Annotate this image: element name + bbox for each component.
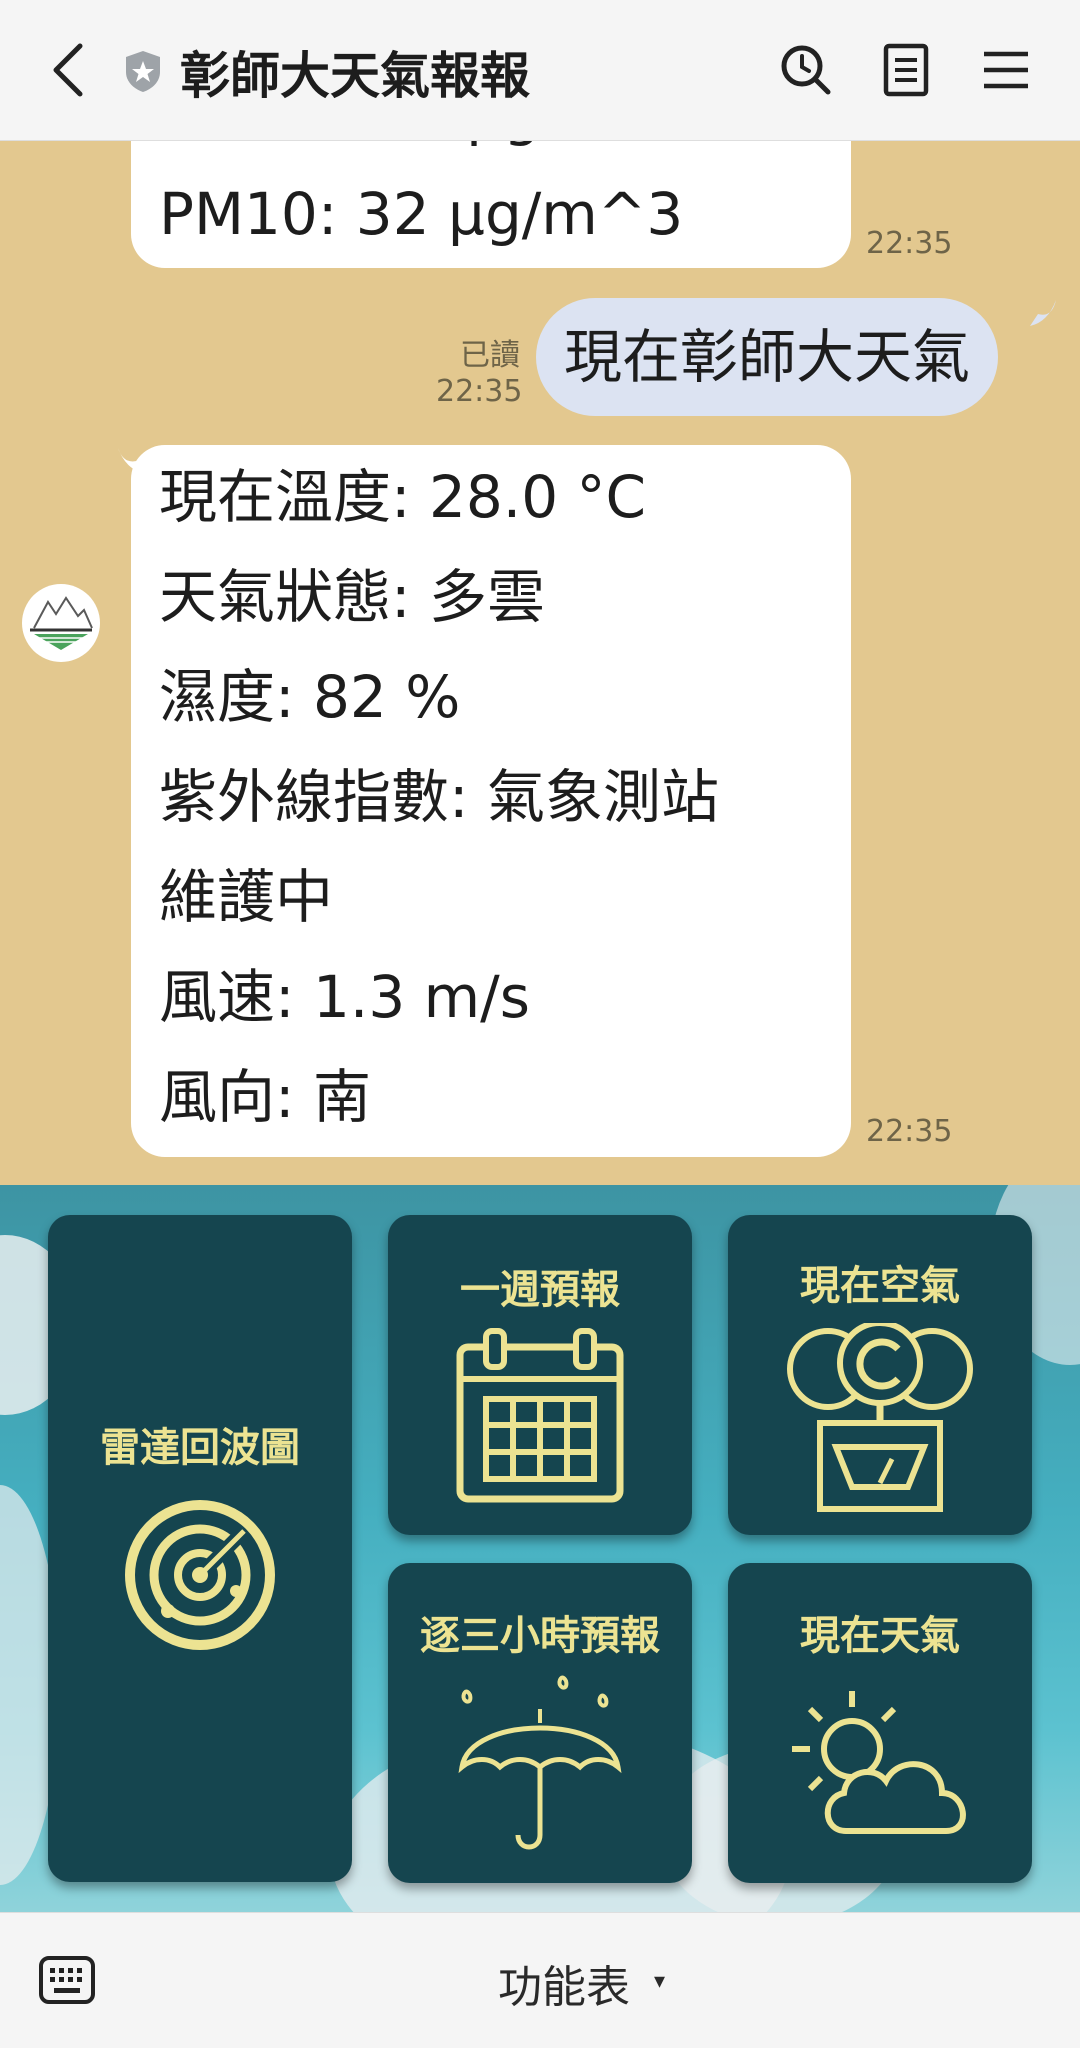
- bottom-bar: 功能表 ▾: [0, 1912, 1080, 2048]
- shield-icon: [126, 51, 160, 92]
- message-line: 維護中: [159, 863, 334, 931]
- air-quality-gauge-icon: [787, 1323, 973, 1512]
- current-weather-button[interactable]: 現在天氣: [728, 1563, 1032, 1883]
- umbrella-rain-icon: [458, 1675, 622, 1850]
- menu-icon[interactable]: [976, 40, 1036, 100]
- weekly-forecast-label: 一週預報: [460, 1267, 620, 1313]
- three-hour-forecast-button[interactable]: 逐三小時預報: [388, 1563, 692, 1883]
- search-icon[interactable]: [776, 40, 836, 100]
- message-line: 天氣狀態: 多雲: [159, 563, 545, 631]
- mountain-logo-icon: [30, 596, 93, 650]
- sent-message-bubble: 現在彰師大天氣: [536, 298, 999, 416]
- bot-avatar[interactable]: [22, 584, 100, 662]
- rich-menu: 雷達回波圖 一週預報 現在空氣 逐三小時預報 現在天氣: [0, 1185, 1080, 1912]
- back-icon[interactable]: [40, 38, 100, 102]
- message-bubble-air: PM2.5: 17 μg/m^3 PM10: 32 μg/m^3: [131, 140, 851, 268]
- chevron-down-icon[interactable]: ▾: [654, 1969, 665, 1994]
- message-line: 紫外線指數: 氣象測站: [159, 763, 719, 831]
- current-air-label: 現在空氣: [800, 1263, 960, 1309]
- rich-menu-toggle[interactable]: 功能表: [498, 1951, 630, 2015]
- message-line: PM10: 32 μg/m^3: [159, 180, 684, 248]
- message-line: 風速: 1.3 m/s: [159, 963, 530, 1031]
- chat-title: 彰師大天氣報報: [180, 47, 530, 105]
- radar-icon: [125, 1500, 275, 1650]
- current-weather-label: 現在天氣: [800, 1613, 960, 1659]
- message-line: 現在溫度: 28.0 °C: [159, 463, 647, 531]
- message-time: 22:35: [866, 1114, 953, 1149]
- partly-cloudy-icon: [792, 1691, 966, 1834]
- three-hour-forecast-label: 逐三小時預報: [420, 1613, 660, 1659]
- keyboard-icon[interactable]: [38, 1955, 96, 2005]
- message-line: PM2.5: 17 μg/m^3: [159, 140, 823, 164]
- radar-map-label: 雷達回波圖: [100, 1425, 300, 1471]
- weekly-forecast-button[interactable]: 一週預報: [388, 1215, 692, 1535]
- chat-area[interactable]: PM2.5: 17 μg/m^3 PM10: 32 μg/m^3 22:35 已…: [0, 140, 1080, 1185]
- message-line: 濕度: 82 %: [159, 663, 461, 731]
- calendar-icon: [456, 1328, 624, 1503]
- radar-map-button[interactable]: 雷達回波圖: [48, 1215, 352, 1882]
- read-receipt: 已讀: [460, 338, 520, 373]
- weather-reply-bubble: 現在溫度: 28.0 °C 天氣狀態: 多雲 濕度: 82 % 紫外線指數: 氣…: [131, 445, 851, 1157]
- notes-icon[interactable]: [876, 40, 936, 100]
- message-time: 22:35: [436, 374, 523, 409]
- current-air-button[interactable]: 現在空氣: [728, 1215, 1032, 1535]
- message-time: 22:35: [866, 226, 953, 261]
- bubble-tail: [1030, 300, 1056, 326]
- chat-header: 彰師大天氣報報: [0, 0, 1080, 141]
- message-line: 風向: 南: [159, 1063, 371, 1131]
